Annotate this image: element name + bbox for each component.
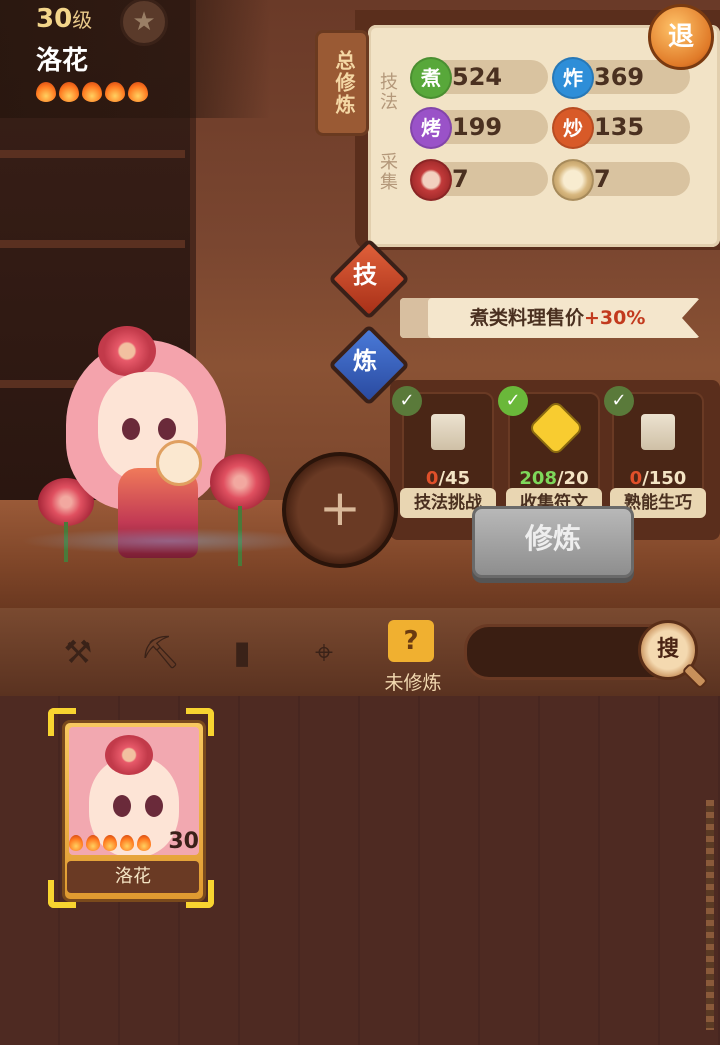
hand-mirror — [156, 440, 202, 486]
skill-button[interactable]: 技 — [330, 240, 400, 310]
shovel-icon[interactable]: ⛏ — [140, 632, 181, 672]
flame-icon — [105, 82, 125, 102]
exit-button[interactable]: 退 — [648, 4, 714, 70]
water-effect — [20, 528, 320, 554]
flour-icon — [552, 159, 594, 201]
flame-icon — [59, 82, 79, 102]
stat-flour: 7 — [552, 159, 690, 201]
location-pin-icon[interactable]: ⌖ — [304, 632, 344, 672]
bonus-text: 煮类料理售价+30% — [470, 307, 646, 329]
stat-roast: 烤 199 — [410, 107, 548, 149]
scroll-icon — [641, 414, 675, 450]
train-button[interactable]: 修炼 — [472, 506, 634, 578]
stat-meat: 7 — [410, 159, 548, 201]
character-card[interactable]: 30 洛花 — [62, 720, 206, 902]
check-icon: ✓ — [498, 386, 528, 416]
roast-icon: 烤 — [410, 107, 452, 149]
fry-icon: 炸 — [552, 57, 594, 99]
star-icon[interactable]: ★ — [120, 0, 168, 46]
untrained-filter-icon[interactable]: ? — [388, 620, 434, 662]
flower-decoration — [210, 454, 270, 510]
gather-label: 采集 — [377, 152, 398, 192]
flame-icon — [36, 82, 56, 102]
technique-label: 技法 — [377, 72, 398, 112]
flame-icon — [82, 82, 102, 102]
scrollbar[interactable] — [706, 800, 714, 1030]
head-flower — [98, 326, 156, 376]
check-icon: ✓ — [392, 386, 422, 416]
flame-icon — [128, 82, 148, 102]
total-training-tab[interactable]: 总修炼 — [315, 30, 369, 136]
stat-boil: 煮 524 — [410, 57, 548, 99]
meat-icon — [410, 159, 452, 201]
card-level: 30 — [168, 829, 199, 854]
scroll-icon — [431, 414, 465, 450]
card-name: 洛花 — [67, 861, 199, 893]
add-button[interactable]: + — [282, 452, 398, 568]
player-name: 洛花 — [36, 46, 89, 76]
stirfry-icon: 炒 — [552, 107, 594, 149]
stat-stirfry: 炒 135 — [552, 107, 690, 149]
player-level: 30级 — [36, 4, 93, 34]
bonus-banner: 煮类料理售价+30% — [400, 298, 700, 338]
rune-icon — [527, 399, 585, 457]
check-icon: ✓ — [604, 386, 634, 416]
card-flames — [69, 835, 151, 851]
boil-icon: 煮 — [410, 57, 452, 99]
rank-flames — [36, 82, 148, 102]
spatula-icon[interactable]: ⚒ — [58, 632, 98, 672]
untrained-filter-label[interactable]: 未修炼 — [376, 668, 450, 695]
jar-icon[interactable]: ▮ — [222, 632, 262, 672]
